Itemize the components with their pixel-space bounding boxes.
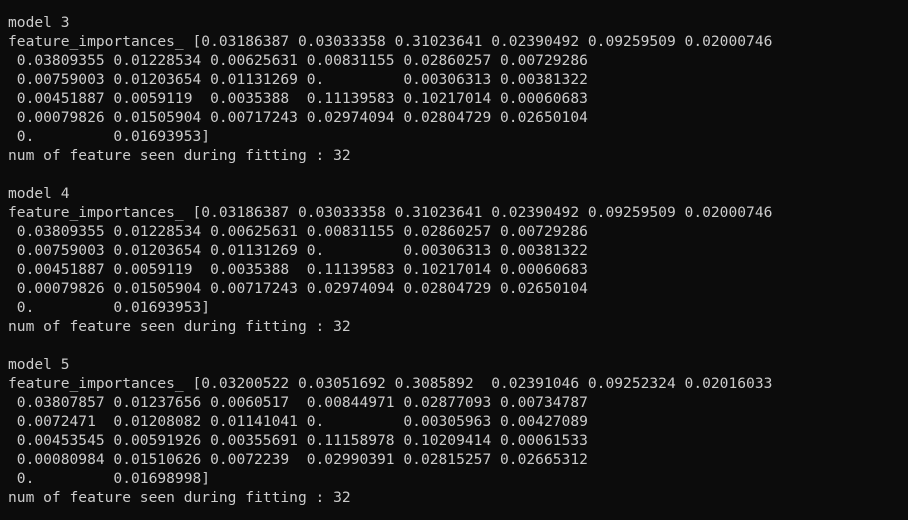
feature-importances-line: 0. 0.01693953] (8, 299, 211, 316)
feature-importances-line: 0.00451887 0.0059119 0.0035388 0.1113958… (8, 261, 588, 278)
feature-importances-line: 0.03807857 0.01237656 0.0060517 0.008449… (8, 394, 588, 411)
model-label: model 4 (8, 185, 70, 202)
model-label: model 5 (8, 356, 70, 373)
feature-count-line: num of feature seen during fitting : 32 (8, 318, 351, 335)
feature-importances-line: 0.00079826 0.01505904 0.00717243 0.02974… (8, 109, 588, 126)
model-output-block: model 3 feature_importances_ [0.03186387… (8, 13, 908, 165)
feature-importances-line: feature_importances_ [0.03200522 0.03051… (8, 375, 773, 392)
feature-importances-line: 0.00759003 0.01203654 0.01131269 0. 0.00… (8, 71, 588, 88)
feature-importances-line: 0.00079826 0.01505904 0.00717243 0.02974… (8, 280, 588, 297)
feature-importances-line: 0.00451887 0.0059119 0.0035388 0.1113958… (8, 90, 588, 107)
feature-importances-line: 0.0072471 0.01208082 0.01141041 0. 0.003… (8, 413, 588, 430)
model-output-block: model 4 feature_importances_ [0.03186387… (8, 184, 908, 336)
terminal-output[interactable]: model 3 feature_importances_ [0.03186387… (0, 0, 908, 520)
feature-importances-line: feature_importances_ [0.03186387 0.03033… (8, 33, 773, 50)
feature-count-line: num of feature seen during fitting : 32 (8, 147, 351, 164)
feature-importances-line: 0.00453545 0.00591926 0.00355691 0.11158… (8, 432, 588, 449)
feature-importances-line: 0.00080984 0.01510626 0.0072239 0.029903… (8, 451, 588, 468)
feature-importances-line: 0.03809355 0.01228534 0.00625631 0.00831… (8, 223, 588, 240)
feature-importances-line: 0.03809355 0.01228534 0.00625631 0.00831… (8, 52, 588, 69)
feature-importances-line: 0. 0.01693953] (8, 128, 211, 145)
model-output-block: model 5 feature_importances_ [0.03200522… (8, 355, 908, 507)
feature-count-line: num of feature seen during fitting : 32 (8, 489, 351, 506)
model-label: model 3 (8, 14, 70, 31)
feature-importances-line: 0. 0.01698998] (8, 470, 211, 487)
feature-importances-line: feature_importances_ [0.03186387 0.03033… (8, 204, 773, 221)
feature-importances-line: 0.00759003 0.01203654 0.01131269 0. 0.00… (8, 242, 588, 259)
